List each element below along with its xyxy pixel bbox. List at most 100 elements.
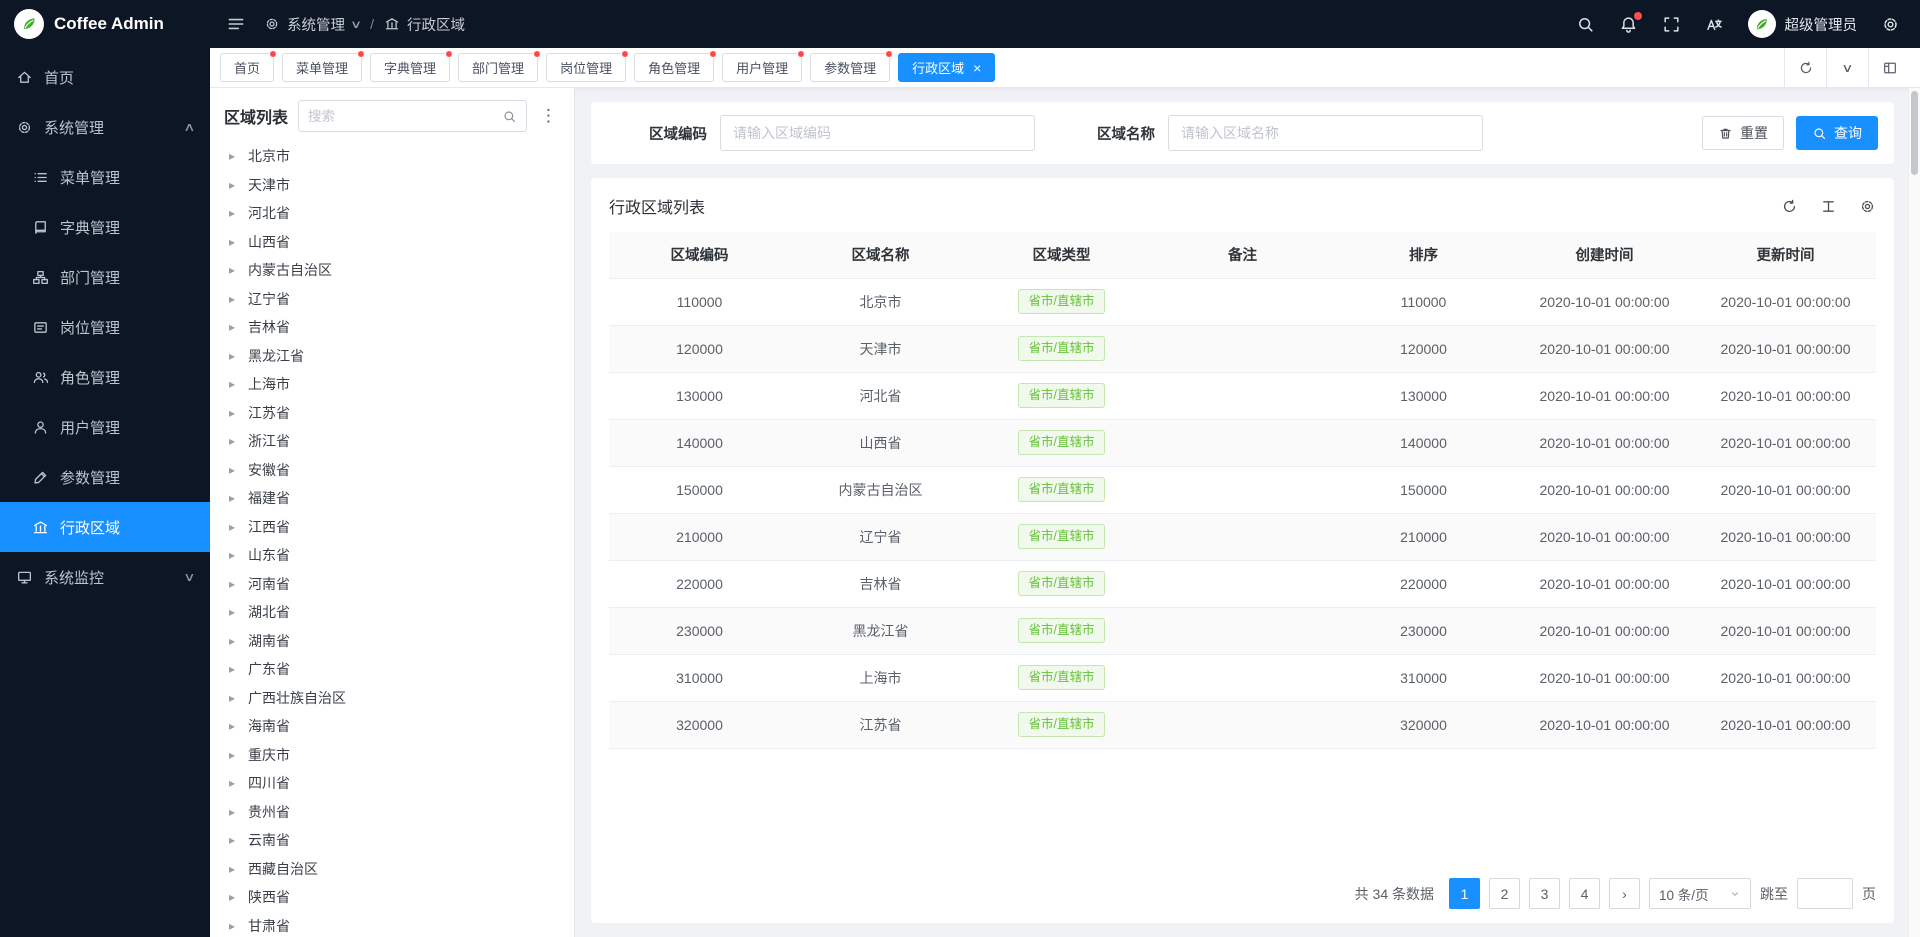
expand-arrow-icon[interactable]: ▸: [229, 548, 239, 562]
tree-item[interactable]: ▸ 浙江省: [224, 427, 560, 456]
expand-arrow-icon[interactable]: ▸: [229, 463, 239, 477]
expand-arrow-icon[interactable]: ▸: [229, 235, 239, 249]
tree-item[interactable]: ▸ 上海市: [224, 370, 560, 399]
tree-item[interactable]: ▸ 吉林省: [224, 313, 560, 342]
tab-actions-dropdown[interactable]: ∨: [1826, 48, 1868, 87]
jump-page-input[interactable]: [1797, 878, 1853, 909]
expand-arrow-icon[interactable]: ▸: [229, 776, 239, 790]
expand-arrow-icon[interactable]: ▸: [229, 320, 239, 334]
page-number-button[interactable]: 1: [1449, 878, 1480, 909]
collapse-sidebar-icon[interactable]: [226, 14, 246, 34]
tab[interactable]: 部门管理: [458, 53, 538, 82]
expand-arrow-icon[interactable]: ▸: [229, 662, 239, 676]
tab-close-icon[interactable]: ×: [973, 61, 981, 75]
settings-gear-icon[interactable]: [1881, 15, 1900, 34]
tab[interactable]: 菜单管理: [282, 53, 362, 82]
sidebar-item[interactable]: 角色管理: [0, 352, 210, 402]
next-page-button[interactable]: ›: [1609, 878, 1640, 909]
region-name-input[interactable]: [1168, 115, 1483, 151]
tree-item[interactable]: ▸ 西藏自治区: [224, 855, 560, 884]
search-icon[interactable]: [1576, 15, 1595, 34]
layout-toggle-button[interactable]: [1868, 48, 1910, 87]
tree-more-menu-icon[interactable]: ⋮: [537, 106, 560, 126]
search-icon[interactable]: [502, 109, 517, 124]
tab[interactable]: 用户管理: [722, 53, 802, 82]
fullscreen-icon[interactable]: [1662, 15, 1681, 34]
tree-item[interactable]: ▸ 海南省: [224, 712, 560, 741]
page-number-button[interactable]: 3: [1529, 878, 1560, 909]
expand-arrow-icon[interactable]: ▸: [229, 406, 239, 420]
expand-arrow-icon[interactable]: ▸: [229, 206, 239, 220]
expand-arrow-icon[interactable]: ▸: [229, 862, 239, 876]
sidebar-item[interactable]: 用户管理: [0, 402, 210, 452]
tree-item[interactable]: ▸ 福建省: [224, 484, 560, 513]
reset-button[interactable]: 重置: [1702, 116, 1784, 150]
sidebar-item[interactable]: 字典管理: [0, 202, 210, 252]
sidebar-item[interactable]: 系统监控 ∨: [0, 552, 210, 602]
expand-arrow-icon[interactable]: ▸: [229, 491, 239, 505]
tab[interactable]: 参数管理: [810, 53, 890, 82]
tab[interactable]: 字典管理: [370, 53, 450, 82]
expand-arrow-icon[interactable]: ▸: [229, 890, 239, 904]
tree-item[interactable]: ▸ 安徽省: [224, 456, 560, 485]
tree-item[interactable]: ▸ 河南省: [224, 570, 560, 599]
tab[interactable]: 岗位管理: [546, 53, 626, 82]
tree-item[interactable]: ▸ 甘肃省: [224, 912, 560, 937]
expand-arrow-icon[interactable]: ▸: [229, 919, 239, 933]
translate-icon[interactable]: [1705, 15, 1724, 34]
expand-arrow-icon[interactable]: ▸: [229, 292, 239, 306]
expand-arrow-icon[interactable]: ▸: [229, 263, 239, 277]
tree-item[interactable]: ▸ 广东省: [224, 655, 560, 684]
expand-arrow-icon[interactable]: ▸: [229, 833, 239, 847]
breadcrumb-current[interactable]: 行政区域: [384, 14, 465, 35]
expand-arrow-icon[interactable]: ▸: [229, 434, 239, 448]
tree-item[interactable]: ▸ 贵州省: [224, 798, 560, 827]
sidebar-item[interactable]: 部门管理: [0, 252, 210, 302]
tree-item[interactable]: ▸ 山西省: [224, 228, 560, 257]
tree-item[interactable]: ▸ 云南省: [224, 826, 560, 855]
expand-arrow-icon[interactable]: ▸: [229, 748, 239, 762]
expand-arrow-icon[interactable]: ▸: [229, 719, 239, 733]
expand-arrow-icon[interactable]: ▸: [229, 805, 239, 819]
brand[interactable]: Coffee Admin: [0, 0, 210, 48]
query-button[interactable]: 查询: [1796, 116, 1878, 150]
expand-arrow-icon[interactable]: ▸: [229, 149, 239, 163]
tree-item[interactable]: ▸ 山东省: [224, 541, 560, 570]
sidebar-item[interactable]: 系统管理 ∧: [0, 102, 210, 152]
tree-item[interactable]: ▸ 四川省: [224, 769, 560, 798]
tree-item[interactable]: ▸ 重庆市: [224, 741, 560, 770]
page-size-select[interactable]: 10 条/页: [1649, 878, 1751, 909]
expand-arrow-icon[interactable]: ▸: [229, 178, 239, 192]
expand-arrow-icon[interactable]: ▸: [229, 634, 239, 648]
tab[interactable]: 首页: [220, 53, 274, 82]
expand-arrow-icon[interactable]: ▸: [229, 377, 239, 391]
table-settings-gear-icon[interactable]: [1859, 198, 1876, 215]
tree-item[interactable]: ▸ 内蒙古自治区: [224, 256, 560, 285]
tab[interactable]: 行政区域 ×: [898, 53, 995, 82]
column-width-icon[interactable]: [1820, 198, 1837, 215]
tree-item[interactable]: ▸ 江苏省: [224, 399, 560, 428]
refresh-icon[interactable]: [1781, 198, 1798, 215]
vertical-scrollbar[interactable]: [1908, 88, 1920, 937]
tree-item[interactable]: ▸ 湖南省: [224, 627, 560, 656]
sidebar-item[interactable]: 行政区域: [0, 502, 210, 552]
tree-item[interactable]: ▸ 北京市: [224, 142, 560, 171]
tree-item[interactable]: ▸ 湖北省: [224, 598, 560, 627]
page-number-button[interactable]: 2: [1489, 878, 1520, 909]
tree-item[interactable]: ▸ 江西省: [224, 513, 560, 542]
region-code-input[interactable]: [720, 115, 1035, 151]
tree-item[interactable]: ▸ 辽宁省: [224, 285, 560, 314]
notifications-button[interactable]: [1619, 15, 1638, 34]
tree-item[interactable]: ▸ 黑龙江省: [224, 342, 560, 371]
expand-arrow-icon[interactable]: ▸: [229, 605, 239, 619]
expand-arrow-icon[interactable]: ▸: [229, 520, 239, 534]
expand-arrow-icon[interactable]: ▸: [229, 349, 239, 363]
user-menu[interactable]: 超级管理员: [1748, 10, 1858, 38]
refresh-tab-button[interactable]: [1784, 48, 1826, 87]
breadcrumb-section[interactable]: 系统管理 ∨: [264, 14, 360, 35]
expand-arrow-icon[interactable]: ▸: [229, 577, 239, 591]
sidebar-item[interactable]: 参数管理: [0, 452, 210, 502]
sidebar-item[interactable]: 岗位管理: [0, 302, 210, 352]
tree-item[interactable]: ▸ 河北省: [224, 199, 560, 228]
tree-item[interactable]: ▸ 天津市: [224, 171, 560, 200]
